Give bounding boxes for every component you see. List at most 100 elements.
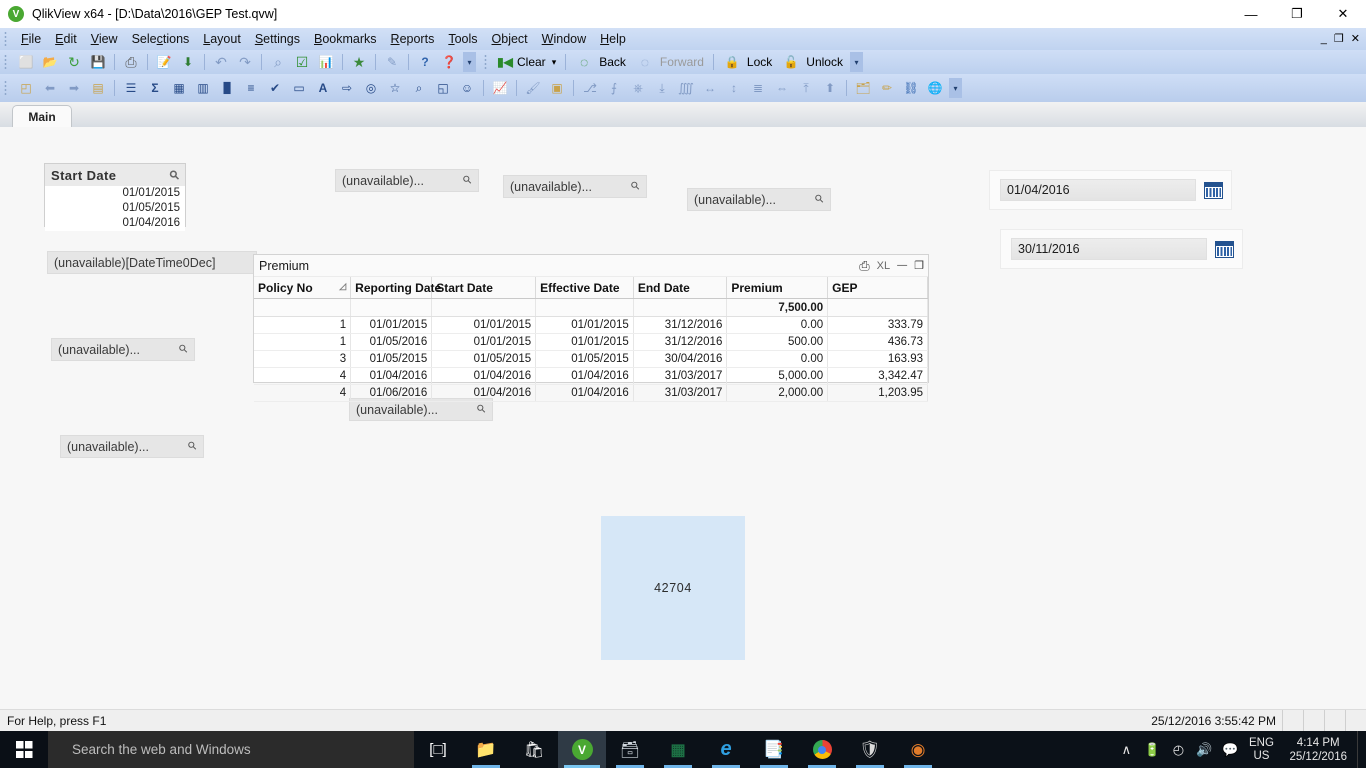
qlikview-icon[interactable]: V	[558, 731, 606, 768]
listbox-start-date[interactable]: Start Date ⚲ 01/01/2015 01/05/2015 01/04…	[44, 163, 186, 231]
window-minimize-button[interactable]: —	[1228, 0, 1274, 28]
cell-gep[interactable]: 1,203.95	[827, 384, 928, 402]
edit-note-icon[interactable]: ✏	[876, 78, 898, 98]
bookmark-object-icon[interactable]: ☆	[384, 78, 406, 98]
column-header-gep[interactable]: GEP	[827, 277, 928, 299]
microsoft-store-icon[interactable]: 🛍	[510, 731, 558, 768]
cell-gep[interactable]: 163.93	[827, 350, 928, 368]
publish-web-icon[interactable]: 🌐	[924, 78, 946, 98]
search-icon[interactable]: ⚲	[629, 179, 643, 193]
menu-item-help[interactable]: Help	[593, 30, 633, 48]
mdi-minimize-button[interactable]: _	[1321, 34, 1327, 45]
list-item[interactable]: 01/05/2015	[45, 201, 185, 216]
cell-policy-no[interactable]: 1	[254, 333, 352, 351]
language-indicator[interactable]: ENG US	[1243, 737, 1279, 763]
slider-calendar-object-icon[interactable]: ◎	[360, 78, 382, 98]
date-input-object-from[interactable]: 01/04/2016	[989, 170, 1232, 210]
menu-item-reports[interactable]: Reports	[384, 30, 442, 48]
sticky-notes-icon[interactable]: 📑	[750, 731, 798, 768]
cell-premium[interactable]: 500.00	[726, 333, 829, 351]
new-sheet-object-icon[interactable]: ◰	[15, 78, 37, 98]
menu-item-tools[interactable]: Tools	[441, 30, 484, 48]
container-object-icon[interactable]: ◱	[432, 78, 454, 98]
forward-button[interactable]: ◌ Forward	[631, 52, 709, 72]
statistics-box-icon[interactable]: Σ	[144, 78, 166, 98]
print-icon[interactable]: ⎙	[859, 258, 869, 274]
cell-effective-date[interactable]: 01/01/2015	[535, 316, 634, 334]
align-center-horizontal-icon[interactable]: ⨍	[603, 78, 625, 98]
taskbar-clock[interactable]: 4:14 PM 25/12/2016	[1279, 736, 1357, 764]
minimized-object-datetime[interactable]: (unavailable)[DateTime0Dec]	[47, 251, 257, 274]
chart-wizard-icon[interactable]: 📊	[315, 52, 337, 72]
table-box-icon[interactable]: ▦	[168, 78, 190, 98]
column-header-reporting-date[interactable]: Reporting Date	[350, 277, 441, 299]
current-selections-box-icon[interactable]: ✔	[264, 78, 286, 98]
search-object-icon[interactable]: ⌕	[408, 78, 430, 98]
minimized-object[interactable]: (unavailable)... ⚲	[503, 175, 647, 198]
file-explorer-icon[interactable]: 📁	[462, 731, 510, 768]
task-view-icon[interactable]: [□]	[414, 731, 462, 768]
design-toolbar-gripper[interactable]	[4, 80, 11, 96]
cell-effective-date[interactable]: 01/05/2015	[535, 350, 634, 368]
new-note-icon[interactable]: 🗂	[852, 78, 874, 98]
share-object-icon[interactable]: ⛓	[900, 78, 922, 98]
cell-premium[interactable]: 0.00	[726, 316, 829, 334]
align-left-icon[interactable]: ⎇	[579, 78, 601, 98]
cell-premium[interactable]: 5,000.00	[726, 367, 829, 385]
chrome-icon[interactable]	[798, 731, 846, 768]
date-input-object-to[interactable]: 30/11/2016	[1000, 229, 1243, 269]
search-icon[interactable]: ⌕	[267, 52, 289, 72]
maximize-icon[interactable]: ❐	[914, 259, 924, 272]
search-icon[interactable]: ⚲	[813, 192, 827, 206]
column-header-policy-no[interactable]: Policy No	[254, 277, 352, 299]
cell-reporting-date[interactable]: 01/01/2015	[350, 316, 433, 334]
list-item[interactable]: 01/01/2015	[45, 186, 185, 201]
cell-reporting-date[interactable]: 01/06/2016	[350, 384, 433, 402]
table-row[interactable]: 4 01/06/2016 01/04/2016 01/04/2016 31/03…	[254, 384, 928, 402]
cell-effective-date[interactable]: 01/04/2016	[535, 367, 634, 385]
text-object-icon[interactable]: A	[312, 78, 334, 98]
context-help-icon[interactable]: ❓	[438, 52, 460, 72]
align-middle-icon[interactable]: ⨌	[675, 78, 697, 98]
show-desktop-button[interactable]	[1357, 731, 1366, 768]
cell-end-date[interactable]: 30/04/2016	[633, 350, 728, 368]
table-row[interactable]: 1 01/05/2016 01/01/2015 01/01/2015 31/12…	[254, 333, 928, 351]
column-header-effective-date[interactable]: Effective Date	[535, 277, 634, 299]
cell-start-date[interactable]: 01/01/2015	[431, 333, 537, 351]
standard-toolbar-gripper[interactable]	[4, 54, 11, 70]
cell-end-date[interactable]: 31/03/2017	[633, 384, 728, 402]
format-painter-icon[interactable]: 🖌	[522, 78, 544, 98]
internet-explorer-icon[interactable]: e	[702, 731, 750, 768]
menu-item-file[interactable]: File	[14, 30, 48, 48]
cell-end-date[interactable]: 31/12/2016	[633, 333, 728, 351]
align-right-icon[interactable]: ⎈	[627, 78, 649, 98]
back-button[interactable]: ◌ Back	[570, 52, 631, 72]
table-row[interactable]: 1 01/01/2015 01/01/2015 01/01/2015 31/12…	[254, 316, 928, 334]
navigation-toolbar-overflow-button[interactable]: ▾	[849, 52, 863, 72]
excel-icon[interactable]: ▦	[654, 731, 702, 768]
cell-end-date[interactable]: 31/12/2016	[633, 316, 728, 334]
favorites-icon[interactable]: ★	[348, 52, 370, 72]
edit-script-icon[interactable]: 📝	[153, 52, 175, 72]
menu-item-bookmarks[interactable]: Bookmarks	[307, 30, 384, 48]
previous-sheet-icon[interactable]: ⬅	[39, 78, 61, 98]
cell-effective-date[interactable]: 01/04/2016	[535, 384, 634, 402]
cell-policy-no[interactable]: 4	[254, 367, 352, 385]
chart-icon[interactable]: █	[216, 78, 238, 98]
window-close-button[interactable]: ✕	[1320, 0, 1366, 28]
cell-reporting-date[interactable]: 01/05/2015	[350, 350, 433, 368]
multi-box-icon[interactable]: ▥	[192, 78, 214, 98]
chart-properties-icon[interactable]: 📈	[489, 78, 511, 98]
navigation-toolbar-gripper[interactable]	[484, 54, 491, 70]
cell-policy-no[interactable]: 4	[254, 384, 352, 402]
list-item[interactable]: 01/04/2016	[45, 216, 185, 231]
resize-equal-width-icon[interactable]: ⇔	[771, 78, 793, 98]
cell-reporting-date[interactable]: 01/04/2016	[350, 367, 433, 385]
battery-icon[interactable]: 🔋	[1139, 742, 1165, 758]
text-object-42704[interactable]: 42704	[601, 516, 745, 660]
reload-document-icon[interactable]: ↻	[63, 52, 85, 72]
next-sheet-icon[interactable]: ➡	[63, 78, 85, 98]
column-header-start-date[interactable]: Start Date	[431, 277, 537, 299]
standard-toolbar-overflow-button[interactable]: ▾	[463, 52, 476, 72]
distribute-horizontally-icon[interactable]: ↔	[699, 78, 721, 98]
